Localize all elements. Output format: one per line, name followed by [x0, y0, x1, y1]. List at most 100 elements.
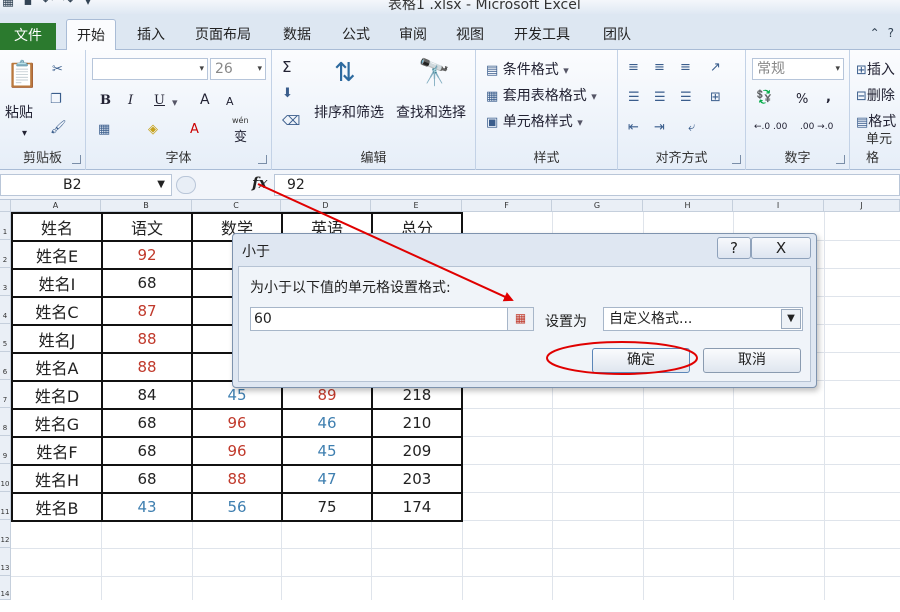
table-cell[interactable]: 46 — [281, 408, 373, 438]
table-cell[interactable]: 203 — [371, 464, 463, 494]
shrink-font-button[interactable]: A — [226, 95, 234, 108]
table-cell[interactable]: 88 — [191, 464, 283, 494]
tab-developer[interactable]: 开发工具 — [514, 24, 570, 44]
column-header-h[interactable]: H — [643, 200, 733, 212]
table-cell[interactable]: 68 — [101, 268, 193, 298]
clipboard-launcher-icon[interactable] — [72, 155, 81, 164]
undo-icon[interactable]: ↶ — [40, 0, 56, 10]
delete-cells-button[interactable]: ⊟删除 — [856, 85, 895, 105]
table-cell[interactable]: 姓名D — [11, 380, 103, 410]
column-header-f[interactable]: F — [462, 200, 552, 212]
table-cell[interactable]: 68 — [101, 464, 193, 494]
paste-dropdown-icon[interactable]: ▾ — [22, 128, 27, 139]
row-header-9[interactable]: 9 — [0, 436, 11, 464]
clear-icon[interactable]: ⌫ — [282, 114, 300, 129]
ok-button[interactable]: 确定 — [592, 348, 690, 373]
table-header-cell[interactable]: 姓名 — [11, 212, 103, 242]
borders-icon[interactable]: ▦ — [98, 122, 110, 137]
alignment-launcher-icon[interactable] — [732, 155, 741, 164]
sort-filter-icon[interactable]: ⇅ — [334, 58, 356, 88]
row-header-7[interactable]: 7 — [0, 380, 11, 408]
cell-styles-button[interactable]: ▣ 单元格样式 ▾ — [486, 111, 583, 131]
tab-formulas[interactable]: 公式 — [342, 24, 370, 44]
format-select[interactable]: 自定义格式... ▼ — [603, 307, 803, 331]
fill-icon[interactable]: ⬇ — [282, 86, 293, 101]
table-cell[interactable]: 47 — [281, 464, 373, 494]
font-color-icon[interactable]: A — [190, 122, 199, 137]
table-cell[interactable]: 姓名H — [11, 464, 103, 494]
tab-file[interactable]: 文件 — [0, 23, 56, 50]
table-cell[interactable]: 96 — [191, 408, 283, 438]
wrap-text-icon[interactable]: ⤶ — [688, 120, 695, 135]
underline-button[interactable]: U — [154, 93, 165, 108]
range-select-icon[interactable]: ▦ — [507, 308, 533, 330]
copy-icon[interactable]: ❐ — [50, 92, 62, 107]
formula-bar-resize-handle[interactable] — [176, 176, 196, 194]
cut-icon[interactable]: ✂ — [52, 62, 63, 77]
customize-icon[interactable]: ▾ — [80, 0, 96, 10]
phonetic-button[interactable]: 变 — [234, 126, 247, 145]
column-header-g[interactable]: G — [552, 200, 643, 212]
table-cell[interactable]: 68 — [101, 436, 193, 466]
bold-button[interactable]: B — [100, 93, 111, 108]
table-cell[interactable]: 45 — [281, 436, 373, 466]
tab-team[interactable]: 团队 — [603, 24, 631, 44]
increase-decimal-button[interactable]: ←.0 .00 — [754, 122, 787, 132]
table-cell[interactable]: 88 — [101, 352, 193, 382]
insert-cells-button[interactable]: ⊞插入 — [856, 59, 895, 79]
column-header-b[interactable]: B — [101, 200, 192, 212]
paste-icon[interactable]: 📋 — [6, 60, 38, 90]
align-bottom-icon[interactable]: ≡ — [680, 60, 691, 75]
column-header-c[interactable]: C — [192, 200, 281, 212]
redo-icon[interactable]: ↷ — [60, 0, 76, 10]
row-header-1[interactable]: 1 — [0, 212, 11, 240]
table-cell[interactable]: 210 — [371, 408, 463, 438]
row-header-5[interactable]: 5 — [0, 324, 11, 352]
column-header-d[interactable]: D — [281, 200, 371, 212]
table-cell[interactable]: 96 — [191, 436, 283, 466]
orientation-icon[interactable]: ↗ — [710, 60, 721, 75]
font-size-select[interactable]: 26 ▾ — [210, 58, 266, 80]
format-select-dropdown-icon[interactable]: ▼ — [781, 309, 801, 329]
row-header-8[interactable]: 8 — [0, 408, 11, 436]
align-left-icon[interactable]: ☰ — [628, 90, 640, 105]
table-cell[interactable]: 姓名G — [11, 408, 103, 438]
select-all-corner[interactable] — [0, 200, 11, 212]
tab-review[interactable]: 审阅 — [399, 24, 427, 44]
table-cell[interactable]: 姓名A — [11, 352, 103, 382]
table-cell[interactable]: 92 — [101, 240, 193, 270]
increase-indent-icon[interactable]: ⇥ — [654, 120, 665, 135]
currency-icon[interactable]: 💱 — [756, 90, 772, 105]
dialog-help-button[interactable]: ? — [717, 237, 751, 259]
row-header-3[interactable]: 3 — [0, 268, 11, 296]
table-cell[interactable]: 75 — [281, 492, 373, 522]
sort-filter-button[interactable]: 排序和筛选 — [314, 102, 384, 122]
align-right-icon[interactable]: ☰ — [680, 90, 692, 105]
dialog-close-button[interactable]: X — [751, 237, 811, 259]
table-cell[interactable]: 56 — [191, 492, 283, 522]
name-box[interactable]: B2 ▼ — [0, 174, 172, 196]
find-select-button[interactable]: 查找和选择 — [396, 102, 466, 122]
decrease-indent-icon[interactable]: ⇤ — [628, 120, 639, 135]
column-header-a[interactable]: A — [11, 200, 101, 212]
table-cell[interactable]: 姓名I — [11, 268, 103, 298]
table-cell[interactable]: 209 — [371, 436, 463, 466]
column-header-j[interactable]: J — [824, 200, 900, 212]
align-middle-icon[interactable]: ≡ — [654, 60, 665, 75]
threshold-input[interactable]: 60 — [250, 307, 534, 331]
table-cell[interactable]: 姓名B — [11, 492, 103, 522]
align-top-icon[interactable]: ≡ — [628, 60, 639, 75]
collapse-ribbon-icon[interactable]: ⌃ — [870, 26, 880, 40]
table-cell[interactable]: 姓名C — [11, 296, 103, 326]
row-header-6[interactable]: 6 — [0, 352, 11, 380]
row-header-4[interactable]: 4 — [0, 296, 11, 324]
font-name-select[interactable]: ▾ — [92, 58, 208, 80]
row-header-2[interactable]: 2 — [0, 240, 11, 268]
tab-data[interactable]: 数据 — [283, 24, 311, 44]
save-icon[interactable]: ▪ — [20, 0, 36, 10]
conditional-format-button[interactable]: ▤ 条件格式 ▾ — [486, 59, 569, 79]
row-header-11[interactable]: 11 — [0, 492, 11, 520]
tab-insert[interactable]: 插入 — [137, 24, 165, 44]
row-header-10[interactable]: 10 — [0, 464, 11, 492]
table-header-cell[interactable]: 语文 — [101, 212, 193, 242]
